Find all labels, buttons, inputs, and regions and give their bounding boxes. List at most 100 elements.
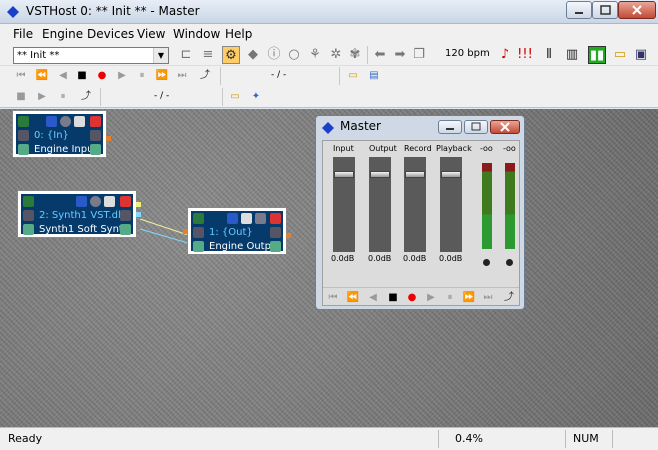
open-file-icon[interactable]: ▭ [227, 89, 243, 105]
list-icon[interactable]: ≡ [199, 46, 217, 64]
metronome-icon[interactable]: ♪ [496, 46, 514, 64]
info-icon[interactable] [46, 116, 57, 127]
playback-fader[interactable] [440, 157, 462, 252]
title-bar[interactable]: VSTHost 0: ** Init ** - Master [0, 0, 658, 24]
chain-before-icon[interactable] [193, 227, 204, 238]
play-icon[interactable]: ▶ [114, 68, 130, 84]
plugin-icon[interactable]: ⚘ [306, 46, 324, 64]
info-icon[interactable]: ⓘ [265, 46, 283, 64]
close-button[interactable] [618, 1, 656, 19]
record-fader[interactable] [404, 157, 426, 252]
player-settings-icon[interactable]: ✦ [248, 89, 264, 105]
midi-icon[interactable] [193, 241, 204, 252]
forward-icon[interactable]: ⏩ [461, 290, 477, 306]
save-icon[interactable]: ▣ [632, 46, 650, 64]
edit-icon[interactable] [23, 196, 34, 207]
to-end-icon[interactable]: ⏭ [174, 68, 190, 84]
edit-icon[interactable] [18, 116, 29, 127]
pause-icon[interactable]: ⏸ [55, 89, 71, 105]
to-start-icon[interactable]: ⏮ [13, 68, 29, 84]
close-icon[interactable] [270, 213, 281, 224]
close-icon[interactable] [90, 116, 101, 127]
forward-icon[interactable]: ⏩ [154, 68, 170, 84]
input-pin[interactable] [183, 229, 188, 234]
pause-icon[interactable]: ⏸ [442, 290, 458, 306]
midi-panic-icon[interactable]: !!! [516, 46, 534, 64]
chain-after-icon[interactable] [255, 213, 266, 224]
fader-knob[interactable] [370, 171, 390, 178]
fader-knob[interactable] [441, 171, 461, 178]
master-maximize-button[interactable] [464, 120, 488, 134]
plugin-engine-output[interactable]: 1: {Out} Engine Output [183, 208, 291, 254]
circle-icon[interactable]: ○ [285, 46, 303, 64]
loop-icon[interactable]: ⤴ [501, 290, 517, 306]
copy-icon[interactable]: ❐ [410, 46, 428, 64]
diamond-icon[interactable]: ◆ [244, 46, 262, 64]
settings-icon[interactable] [241, 213, 252, 224]
to-start-icon[interactable]: ⏮ [325, 290, 341, 306]
input-fader[interactable] [333, 157, 355, 252]
record-icon[interactable]: ● [94, 68, 110, 84]
record-icon[interactable]: ● [404, 290, 420, 306]
rewind-icon[interactable]: ⏪ [345, 290, 361, 306]
midi-icon[interactable] [18, 144, 29, 155]
midi-icon[interactable] [23, 224, 34, 235]
auto-connect-icon[interactable]: ⚙ [222, 46, 240, 64]
stop-icon[interactable]: ■ [13, 89, 29, 105]
master-close-button[interactable] [490, 120, 520, 134]
master-window[interactable]: Master Input Output Record Playback -oo … [315, 115, 525, 310]
settings-icon[interactable] [74, 116, 85, 127]
left-pan-knob[interactable] [483, 259, 490, 266]
menu-help[interactable]: Help [225, 27, 252, 41]
open-icon[interactable]: ▭ [611, 46, 629, 64]
fader-knob[interactable] [334, 171, 354, 178]
stop-icon[interactable]: ■ [385, 290, 401, 306]
plugin-engine-input[interactable]: 0: {In} Engine Input [13, 111, 111, 157]
master-minimize-button[interactable] [438, 120, 462, 134]
open-wave-icon[interactable]: ▭ [345, 68, 361, 84]
rewind-icon[interactable]: ⏪ [34, 68, 50, 84]
edit-icon[interactable] [193, 213, 204, 224]
chain-before-icon[interactable] [18, 130, 29, 141]
output-pin[interactable] [136, 212, 141, 217]
step-back-icon[interactable]: ◀ [365, 290, 381, 306]
menu-view[interactable]: View [137, 27, 165, 41]
play-icon[interactable]: ▶ [423, 290, 439, 306]
output-pin[interactable] [106, 136, 111, 141]
menu-window[interactable]: Window [173, 27, 220, 41]
levels-icon[interactable]: ▮▮ [588, 46, 606, 64]
close-icon[interactable] [120, 196, 131, 207]
options-icon[interactable]: ✾ [346, 46, 364, 64]
record-wave-icon[interactable]: ▤ [366, 68, 382, 84]
info-icon[interactable] [227, 213, 238, 224]
output-fader[interactable] [369, 157, 391, 252]
chain-after-icon[interactable] [90, 130, 101, 141]
midi-icon[interactable] [120, 224, 131, 235]
right-pan-knob[interactable] [506, 259, 513, 266]
to-end-icon[interactable]: ⏭ [480, 290, 496, 306]
chain-icon[interactable]: ⊏ [177, 46, 195, 64]
menu-file[interactable]: File [13, 27, 33, 41]
preset-select[interactable]: ** Init ** ▼ [13, 47, 169, 64]
pause-icon[interactable]: ⏸ [134, 68, 150, 84]
minimize-button[interactable] [566, 1, 592, 19]
fader-knob[interactable] [405, 171, 425, 178]
chain-after-icon[interactable] [120, 210, 131, 221]
stop-icon[interactable]: ■ [74, 68, 90, 84]
midi-icon[interactable] [270, 241, 281, 252]
play-icon[interactable]: ▶ [34, 89, 50, 105]
loop-icon[interactable]: ⤴ [78, 89, 94, 105]
chevron-down-icon[interactable]: ▼ [153, 48, 168, 63]
bypass-icon[interactable] [90, 196, 101, 207]
info-icon[interactable] [76, 196, 87, 207]
menu-devices[interactable]: Devices [87, 27, 134, 41]
maximize-button[interactable] [592, 1, 618, 19]
step-back-icon[interactable]: ◀ [55, 68, 71, 84]
chain-after-icon[interactable] [270, 227, 281, 238]
loop-icon[interactable]: ⤴ [197, 68, 213, 84]
keyboard-icon[interactable]: ▥ [563, 46, 581, 64]
arrow-right-icon[interactable]: ➡ [391, 46, 409, 64]
settings-icon[interactable]: ✲ [327, 46, 345, 64]
output-pin[interactable] [286, 233, 291, 238]
menu-engine[interactable]: Engine [42, 27, 83, 41]
